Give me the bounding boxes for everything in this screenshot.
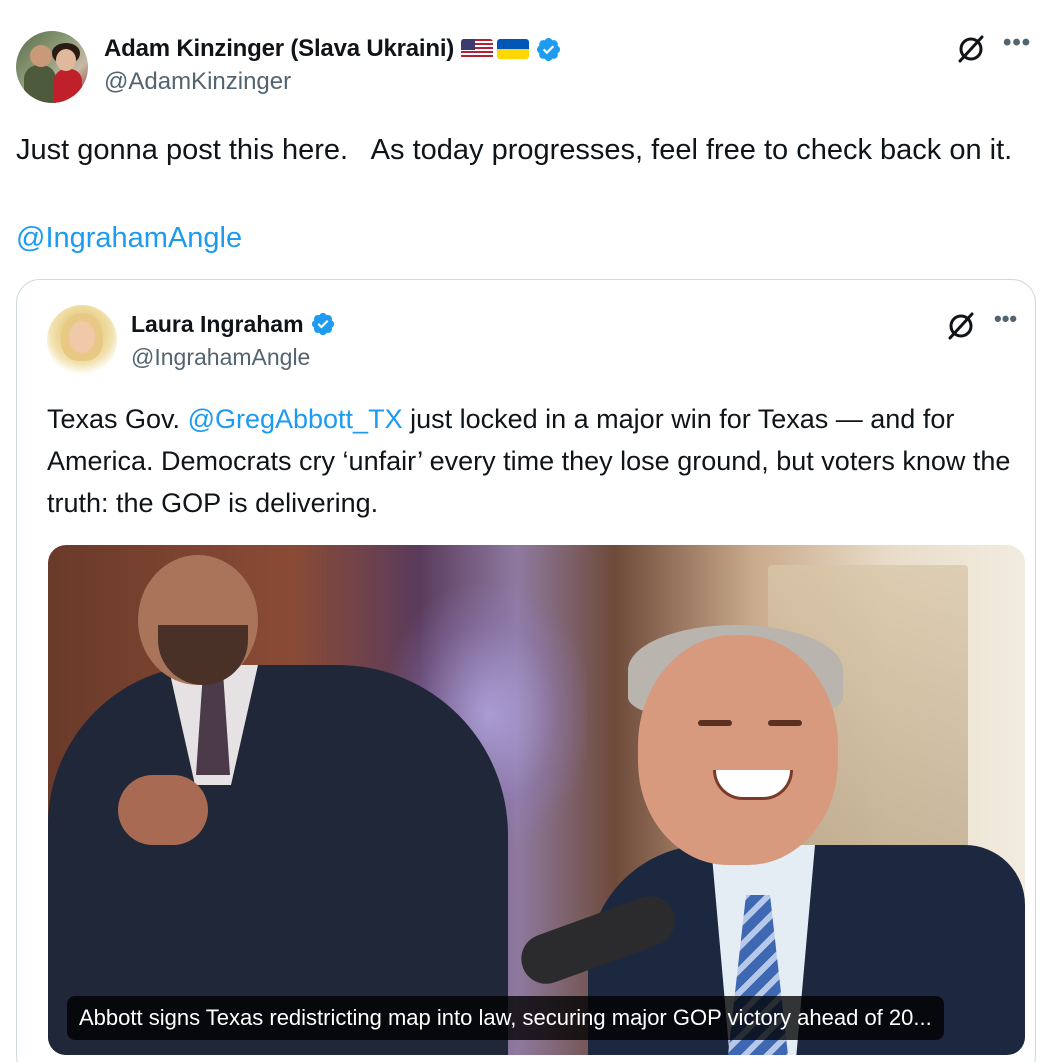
quoted-media-image[interactable]: Abbott signs Texas redistricting map int…: [48, 545, 1025, 1055]
quoted-text-before: Texas Gov.: [47, 404, 188, 434]
more-icon[interactable]: •••: [994, 308, 1017, 330]
ukraine-flag-icon: [497, 39, 530, 59]
grok-icon[interactable]: [945, 310, 977, 342]
author-handle[interactable]: @AdamKinzinger: [104, 68, 291, 96]
grok-icon[interactable]: [955, 33, 987, 65]
post-text: Just gonna post this here. As today prog…: [16, 134, 1013, 166]
post-mention-link[interactable]: @IngrahamAngle: [16, 216, 242, 260]
media-caption: Abbott signs Texas redistricting map int…: [67, 996, 944, 1040]
verified-badge-icon[interactable]: [535, 36, 562, 63]
more-icon[interactable]: •••: [1003, 31, 1033, 60]
quoted-author-handle[interactable]: @IngrahamAngle: [131, 344, 310, 371]
quoted-mention-link[interactable]: @GregAbbott_TX: [188, 404, 403, 434]
quoted-author-display-name[interactable]: Laura Ingraham: [131, 311, 304, 338]
quoted-author-avatar[interactable]: [47, 305, 117, 375]
quoted-author-row: Laura Ingraham: [131, 308, 336, 340]
author-display-name[interactable]: Adam Kinzinger (Slava Ukraini): [104, 35, 454, 63]
author-avatar[interactable]: [16, 31, 88, 103]
quoted-tweet[interactable]: Laura Ingraham @IngrahamAngle ••• Texas …: [16, 279, 1036, 1062]
tweet: Adam Kinzinger (Slava Ukraini) @AdamKinz…: [0, 0, 1050, 1062]
quoted-post-text: Texas Gov. @GregAbbott_TX just locked in…: [47, 398, 1017, 524]
author-row: Adam Kinzinger (Slava Ukraini): [104, 33, 562, 65]
verified-badge-icon[interactable]: [310, 311, 336, 337]
us-flag-icon: [461, 39, 494, 59]
